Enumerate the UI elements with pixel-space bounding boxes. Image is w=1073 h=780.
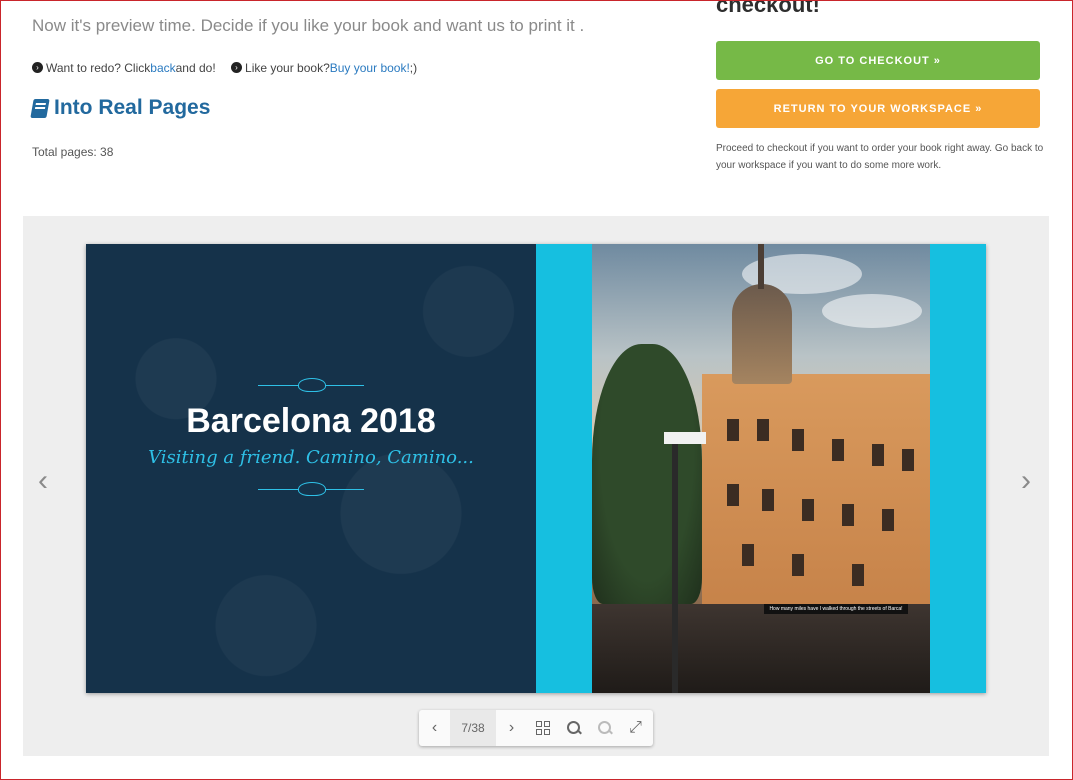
photo-caption: How many miles have I walked through the… — [764, 604, 908, 614]
cover-subtitle: Visiting a friend. Camino, Camino... — [148, 447, 474, 468]
fullscreen-icon[interactable]: ⤢ — [620, 710, 651, 746]
back-link[interactable]: back — [150, 61, 175, 75]
return-workspace-button[interactable]: RETURN TO YOUR WORKSPACE » — [716, 89, 1040, 128]
section-title: Into Real Pages — [30, 96, 211, 120]
intro-text: Now it's preview time. Decide if you lik… — [32, 16, 585, 35]
barcelona-photo — [592, 244, 930, 693]
like-prefix: Like your book? — [245, 60, 330, 75]
sign-pole — [672, 434, 678, 693]
tree — [592, 344, 702, 604]
section-title-text: Into Real Pages — [54, 96, 211, 119]
ornament-top-icon — [258, 378, 364, 392]
book-viewer: ‹ › Barcelona 2018 Visiting a friend. Ca… — [23, 216, 1049, 756]
next-page-icon[interactable]: › — [1016, 461, 1036, 501]
spire — [758, 244, 764, 289]
ornament-bottom-icon — [258, 482, 364, 496]
cover-page[interactable]: Barcelona 2018 Visiting a friend. Camino… — [86, 244, 536, 693]
cover-pattern — [86, 244, 536, 693]
page-margin — [930, 244, 986, 693]
next-icon[interactable]: › — [496, 710, 527, 746]
book-spread: Barcelona 2018 Visiting a friend. Camino… — [86, 244, 986, 693]
zoom-out-icon[interactable] — [589, 710, 620, 746]
previous-icon[interactable]: ‹ — [419, 710, 450, 746]
zoom-in-icon[interactable] — [558, 710, 589, 746]
photo-page[interactable]: How many miles have I walked through the… — [536, 244, 986, 693]
previous-page-icon[interactable]: ‹ — [33, 461, 53, 501]
helper-links: › Want to redo? Click back and do! › Lik… — [32, 59, 429, 75]
go-to-checkout-button[interactable]: GO TO CHECKOUT » — [716, 41, 1040, 80]
street-sign — [664, 432, 706, 444]
page-counter: 7/38 — [450, 710, 496, 746]
cover-title: Barcelona 2018 — [186, 402, 436, 440]
checkout-heading: checkout! — [716, 0, 820, 17]
chevron-right-icon: › — [32, 62, 43, 73]
buy-link[interactable]: Buy your book! — [330, 61, 410, 75]
street — [592, 604, 930, 693]
total-pages: Total pages: 38 — [32, 145, 114, 159]
tower — [732, 284, 792, 384]
book-icon — [30, 98, 50, 118]
viewer-toolbar: ‹ 7/38 › ⤢ — [419, 710, 653, 746]
buy-hint: › Like your book? Buy your book! ;) — [231, 61, 417, 75]
thumbnails-grid-icon[interactable] — [527, 710, 558, 746]
like-suffix: ;) — [409, 60, 418, 75]
redo-hint: › Want to redo? Click back and do! — [32, 61, 216, 75]
redo-prefix: Want to redo? Click — [46, 60, 151, 75]
chevron-right-icon: › — [231, 62, 243, 73]
redo-suffix: and do! — [175, 60, 216, 75]
checkout-note: Proceed to checkout if you want to order… — [716, 143, 1044, 171]
